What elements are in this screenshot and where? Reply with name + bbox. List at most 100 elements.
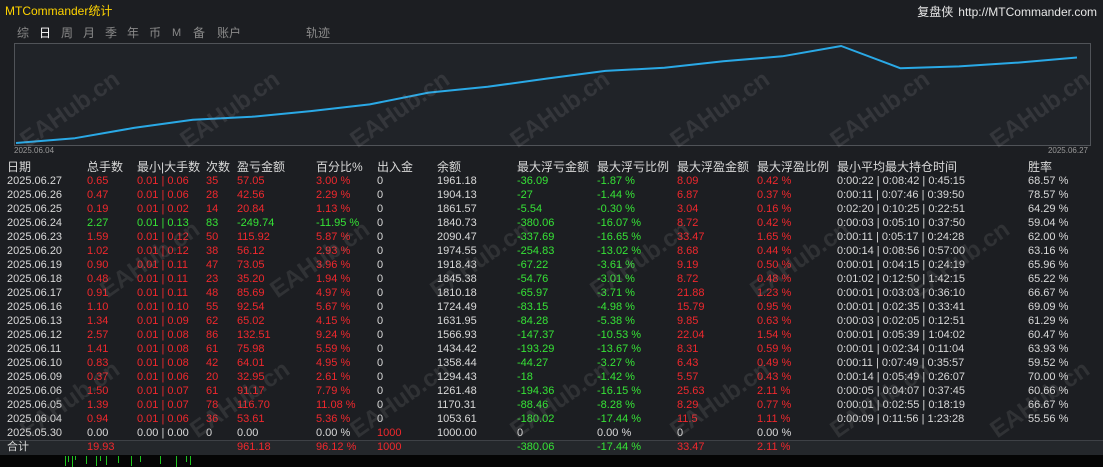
max-float-profit-cell: 8.09 bbox=[677, 175, 699, 187]
table-row: 2025.06.19 0.90 0.01 | 0.11 47 73.05 3.96 % 0 1… bbox=[0, 258, 1103, 272]
pnl-cell: 132.51 bbox=[237, 329, 271, 341]
balance-cell: 1724.49 bbox=[437, 301, 477, 313]
tab-symbol[interactable]: 币 bbox=[149, 26, 161, 41]
max-float-loss-cell: -27 bbox=[517, 189, 533, 201]
table-row: 2025.06.04 0.94 0.01 | 0.06 36 53.61 5.36 % 0 1… bbox=[0, 412, 1103, 426]
trade-count-cell: 20 bbox=[206, 371, 219, 383]
max-float-loss-cell: -180.02 bbox=[517, 413, 555, 425]
max-float-profit-cell: 33.47 bbox=[677, 441, 705, 453]
min-max-lots-cell: 0.01 | 0.08 bbox=[137, 357, 189, 369]
tab-summary[interactable]: 综 bbox=[17, 26, 29, 41]
date-cell: 2025.06.10 bbox=[7, 357, 63, 369]
min-max-lots-cell: 0.01 | 0.08 bbox=[137, 343, 189, 355]
table-row: 2025.06.27 0.65 0.01 | 0.06 35 57.05 3.00 % 0 1… bbox=[0, 174, 1103, 188]
max-float-loss-pct-cell: -13.67 % bbox=[597, 343, 642, 355]
pnl-percent-cell: 1.13 % bbox=[316, 203, 351, 215]
histogram-bar bbox=[68, 456, 69, 462]
total-lots-cell: 0.83 bbox=[87, 357, 109, 369]
date-cell: 合计 bbox=[7, 441, 29, 453]
deposit-cell: 0 bbox=[377, 371, 384, 383]
pnl-cell: 56.12 bbox=[237, 245, 265, 257]
max-float-profit-pct-cell: 1.23 % bbox=[757, 287, 792, 299]
max-float-profit-cell: 9.19 bbox=[677, 259, 699, 271]
tab-monthly[interactable]: 月 bbox=[83, 26, 95, 41]
deposit-cell: 0 bbox=[377, 189, 384, 201]
max-float-profit-cell: 33.47 bbox=[677, 231, 705, 243]
balance-cell: 1294.43 bbox=[437, 371, 477, 383]
table-row: 2025.06.13 1.34 0.01 | 0.09 62 65.02 4.15 % 0 1… bbox=[0, 314, 1103, 328]
tab-magic[interactable]: M bbox=[172, 26, 181, 41]
pnl-percent-cell: 96.12 % bbox=[316, 441, 357, 453]
pnl-cell: 65.02 bbox=[237, 315, 265, 327]
min-max-lots-cell: 0.01 | 0.02 bbox=[137, 203, 189, 215]
tab-weekly[interactable]: 周 bbox=[61, 26, 73, 41]
table-header-row: 日期 总手数 最小|大手数 次数 盈亏金额 百分比% 出入金 余额 最大浮亏金额 最大浮亏比例 最大… bbox=[0, 160, 1103, 174]
tab-daily[interactable]: 日 bbox=[39, 26, 51, 41]
table-row: 2025.06.06 1.50 0.01 | 0.07 61 91.17 7.79 % 0 1… bbox=[0, 384, 1103, 398]
date-cell: 2025.06.12 bbox=[7, 329, 63, 341]
trade-count-cell: 48 bbox=[206, 287, 219, 299]
app-title: MTCommander统计 bbox=[5, 4, 113, 18]
total-lots-cell: 1.59 bbox=[87, 231, 109, 243]
max-float-loss-cell: -44.27 bbox=[517, 357, 549, 369]
min-max-lots-cell: 0.01 | 0.12 bbox=[137, 231, 189, 243]
trade-count-cell: 28 bbox=[206, 189, 219, 201]
date-cell: 2025.06.06 bbox=[7, 385, 63, 397]
website-link[interactable]: http://MTCommander.com bbox=[958, 5, 1097, 19]
pnl-cell: 961.18 bbox=[237, 441, 271, 453]
holding-time-cell: 0:00:05 | 0:04:07 | 0:37:45 bbox=[837, 385, 966, 397]
win-rate-cell: 70.00 % bbox=[1028, 371, 1069, 383]
tab-yearly[interactable]: 年 bbox=[127, 26, 139, 41]
daily-stats-table: 日期 总手数 最小|大手数 次数 盈亏金额 百分比% 出入金 余额 最大浮亏金额 最大浮亏比例 最大… bbox=[0, 160, 1103, 440]
max-float-loss-cell: -54.76 bbox=[517, 273, 549, 285]
tab-quarterly[interactable]: 季 bbox=[105, 26, 117, 41]
date-header: 日期 bbox=[7, 160, 32, 174]
min-max-lots-cell: 0.01 | 0.08 bbox=[137, 329, 189, 341]
pnl-percent-cell: 5.36 % bbox=[316, 413, 351, 425]
holding-time-cell: 0:00:01 | 0:04:15 | 0:24:19 bbox=[837, 259, 966, 271]
tab-trajectory[interactable]: 轨迹 bbox=[306, 26, 330, 41]
win-rate-cell: 55.56 % bbox=[1028, 413, 1069, 425]
trade-count-cell: 50 bbox=[206, 231, 219, 243]
max-float-profit-cell: 21.88 bbox=[677, 287, 705, 299]
win-rate-cell: 61.29 % bbox=[1028, 315, 1069, 327]
max-float-profit-pct-cell: 2.11 % bbox=[757, 441, 791, 453]
table-row: 2025.06.23 1.59 0.01 | 0.12 50 115.92 5.87 % 0… bbox=[0, 230, 1103, 244]
trade-count-cell: 61 bbox=[206, 343, 219, 355]
total-lots-cell: 0.47 bbox=[87, 189, 109, 201]
total-lots-cell: 1.34 bbox=[87, 315, 109, 327]
pnl-percent-cell: 11.08 % bbox=[316, 399, 356, 411]
max-float-loss-cell: -67.22 bbox=[517, 259, 549, 271]
total-lots-cell: 1.50 bbox=[87, 385, 109, 397]
pnl-percent-cell: 2.29 % bbox=[316, 189, 351, 201]
min-max-lots-cell: 0.01 | 0.06 bbox=[137, 175, 189, 187]
min-max-lots-cell: 0.01 | 0.06 bbox=[137, 189, 189, 201]
max-float-loss-cell: -84.28 bbox=[517, 315, 549, 327]
max-float-profit-cell: 6.43 bbox=[677, 357, 699, 369]
tab-account[interactable]: 账户 bbox=[217, 26, 241, 41]
trade-count-cell: 78 bbox=[206, 399, 219, 411]
win-rate-cell bbox=[1028, 426, 1096, 440]
max-float-loss-pct-cell: -0.30 % bbox=[597, 203, 635, 215]
max-float-profit-header: 最大浮盈金额 bbox=[677, 160, 750, 174]
balance-cell: 1631.95 bbox=[437, 315, 477, 327]
pnl-percent-cell: 0.00 % bbox=[316, 427, 351, 439]
max-float-profit-pct-cell: 1.11 % bbox=[757, 413, 791, 425]
max-float-profit-pct-cell: 0.63 % bbox=[757, 315, 792, 327]
histogram-bar bbox=[176, 456, 177, 467]
holding-time-cell: 0:00:03 | 0:02:05 | 0:12:51 bbox=[837, 315, 966, 327]
max-float-loss-pct-cell: -17.44 % bbox=[597, 413, 642, 425]
balance-cell: 1170.31 bbox=[437, 399, 476, 411]
table-row: 2025.06.11 1.41 0.01 | 0.08 61 75.98 5.59 % 0 1… bbox=[0, 342, 1103, 356]
balance-cell: 1810.18 bbox=[437, 287, 477, 299]
tab-comment[interactable]: 备 bbox=[193, 26, 205, 41]
deposit-cell: 0 bbox=[377, 413, 384, 425]
max-float-profit-cell: 9.85 bbox=[677, 315, 699, 327]
min-max-lots-cell: 0.01 | 0.13 bbox=[137, 217, 189, 229]
date-cell: 2025.06.20 bbox=[7, 245, 63, 257]
date-cell: 2025.06.13 bbox=[7, 315, 63, 327]
max-float-loss-pct-cell: -16.07 % bbox=[597, 217, 642, 229]
max-float-loss-cell: -5.54 bbox=[517, 203, 543, 215]
max-float-profit-pct-cell: 0.00 % bbox=[757, 427, 792, 439]
min-max-lots-cell: 0.01 | 0.06 bbox=[137, 371, 189, 383]
